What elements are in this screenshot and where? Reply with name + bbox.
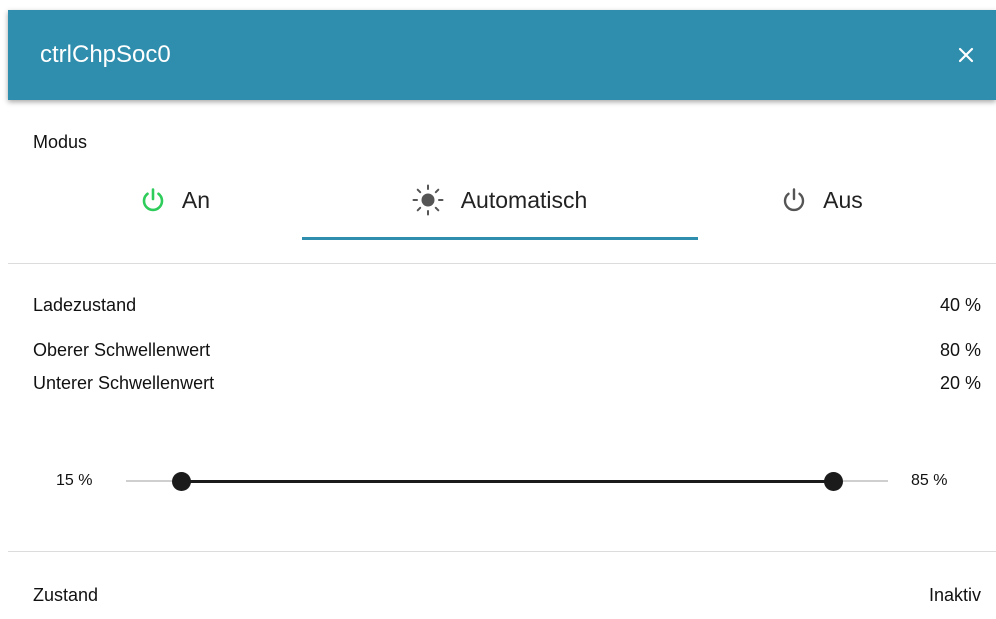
slider-max-label: 85 % (911, 472, 948, 489)
mode-label: Modus (33, 132, 88, 152)
close-icon (958, 47, 974, 63)
info-row-oberer-schwellenwert: Oberer Schwellenwert 80 % (33, 339, 981, 361)
tab-active-indicator (302, 237, 698, 240)
power-icon (781, 187, 807, 213)
info-row-ladezustand: Ladezustand 40 % (33, 294, 981, 316)
tab-on[interactable]: An (0, 160, 350, 240)
tab-aus[interactable]: Aus (648, 160, 996, 240)
dialog-header: ctrlChpSoc0 (8, 10, 996, 100)
slider-min-label: 15 % (56, 472, 93, 489)
tab-automatisch-label: Automatisch (460, 186, 588, 213)
close-button[interactable] (954, 43, 978, 67)
info-row-unterer-schwellenwert: Unterer Schwellenwert 20 % (33, 372, 981, 394)
info-label: Ladezustand (33, 295, 137, 315)
tab-automatisch[interactable]: Automatisch (300, 160, 698, 240)
divider (8, 551, 996, 552)
info-value: 20 % (939, 373, 981, 393)
status-label: Zustand (33, 585, 99, 605)
power-icon (140, 187, 166, 213)
info-value: 40 % (939, 295, 981, 315)
dialog-title: ctrlChpSoc0 (40, 41, 171, 68)
info-label: Unterer Schwellenwert (33, 373, 215, 393)
slider-thumb-high[interactable] (823, 472, 843, 491)
slider-thumb-low[interactable] (171, 472, 191, 491)
divider (8, 263, 996, 264)
info-value: 80 % (939, 340, 981, 360)
status-row: Zustand Inaktiv (33, 584, 981, 606)
tab-on-label: An (181, 186, 211, 213)
slider-range-fill (181, 480, 833, 483)
tab-aus-label: Aus (823, 186, 863, 213)
sun-icon (411, 183, 445, 217)
mode-tabs: An Automatisch Aus (0, 160, 996, 240)
info-label: Oberer Schwellenwert (33, 340, 211, 360)
status-value: Inaktiv (928, 585, 981, 605)
